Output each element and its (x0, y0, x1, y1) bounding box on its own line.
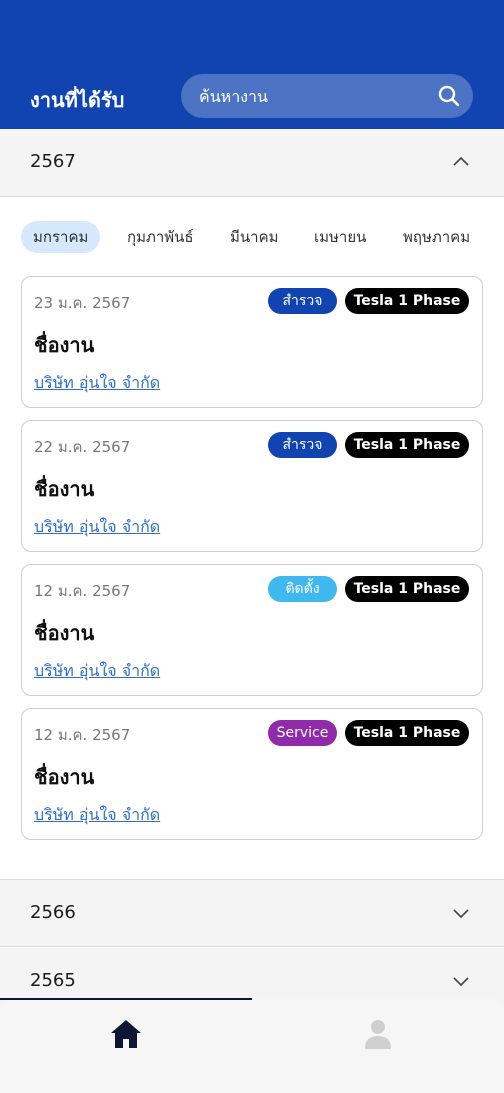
job-card[interactable]: 12 ม.ค. 2567 ติดตั้ง Tesla 1 Phase ชื่อง… (21, 564, 483, 696)
job-type-badge: Service (268, 720, 337, 746)
job-model-badge: Tesla 1 Phase (345, 576, 469, 602)
chevron-down-icon[interactable] (452, 904, 470, 922)
search-bar[interactable] (181, 74, 473, 118)
job-date: 12 ม.ค. 2567 (34, 582, 131, 600)
tab-month-january[interactable]: มกราคม (21, 221, 101, 253)
job-model-badge: Tesla 1 Phase (345, 432, 469, 458)
job-company-link[interactable]: บริษัท อุ่นใจ จำกัด (34, 803, 160, 828)
tab-month-february[interactable]: กุมภาพันธ์ (127, 221, 194, 253)
job-type-badge: สำรวจ (268, 288, 337, 314)
job-title: ชื่องาน (34, 621, 95, 645)
tab-month-april[interactable]: เมษายน (314, 221, 366, 253)
job-type-badge: ติดตั้ง (268, 576, 337, 602)
year-label: 2565 (30, 970, 76, 991)
job-company-link[interactable]: บริษัท อุ่นใจ จำกัด (34, 371, 160, 396)
chevron-down-icon[interactable] (452, 972, 470, 990)
job-card[interactable]: 23 ม.ค. 2567 สำรวจ Tesla 1 Phase ชื่องาน… (21, 276, 483, 408)
page-title: งานที่ได้รับ (30, 88, 125, 112)
job-date: 12 ม.ค. 2567 (34, 726, 131, 744)
year-header-2567[interactable]: 2567 (0, 129, 504, 197)
job-type-badge: สำรวจ (268, 432, 337, 458)
year-label: 2566 (30, 902, 76, 923)
tab-month-may[interactable]: พฤษภาคม (403, 221, 470, 253)
job-company-link[interactable]: บริษัท อุ่นใจ จำกัด (34, 515, 160, 540)
job-company-link[interactable]: บริษัท อุ่นใจ จำกัด (34, 659, 160, 684)
profile-icon[interactable] (360, 1016, 396, 1052)
job-title: ชื่องาน (34, 765, 95, 789)
nav-active-indicator (0, 998, 252, 1000)
job-card[interactable]: 12 ม.ค. 2567 Service Tesla 1 Phase ชื่อง… (21, 708, 483, 840)
app-header: งานที่ได้รับ (0, 0, 504, 129)
search-input[interactable] (199, 74, 429, 118)
job-title: ชื่องาน (34, 333, 95, 357)
search-icon[interactable] (437, 84, 461, 108)
tab-month-march[interactable]: มีนาคม (230, 221, 279, 253)
job-date: 22 ม.ค. 2567 (34, 438, 131, 456)
bottom-nav (0, 998, 504, 1093)
year-header-2566[interactable]: 2566 (0, 879, 504, 947)
month-tabs: มกราคม กุมภาพันธ์ มีนาคม เมษายน พฤษภาคม (0, 221, 504, 255)
chevron-up-icon[interactable] (452, 153, 470, 171)
job-model-badge: Tesla 1 Phase (345, 720, 469, 746)
home-icon[interactable] (108, 1016, 144, 1052)
year-label: 2567 (30, 151, 76, 172)
job-date: 23 ม.ค. 2567 (34, 294, 131, 312)
job-model-badge: Tesla 1 Phase (345, 288, 469, 314)
job-title: ชื่องาน (34, 477, 95, 501)
job-card[interactable]: 22 ม.ค. 2567 สำรวจ Tesla 1 Phase ชื่องาน… (21, 420, 483, 552)
